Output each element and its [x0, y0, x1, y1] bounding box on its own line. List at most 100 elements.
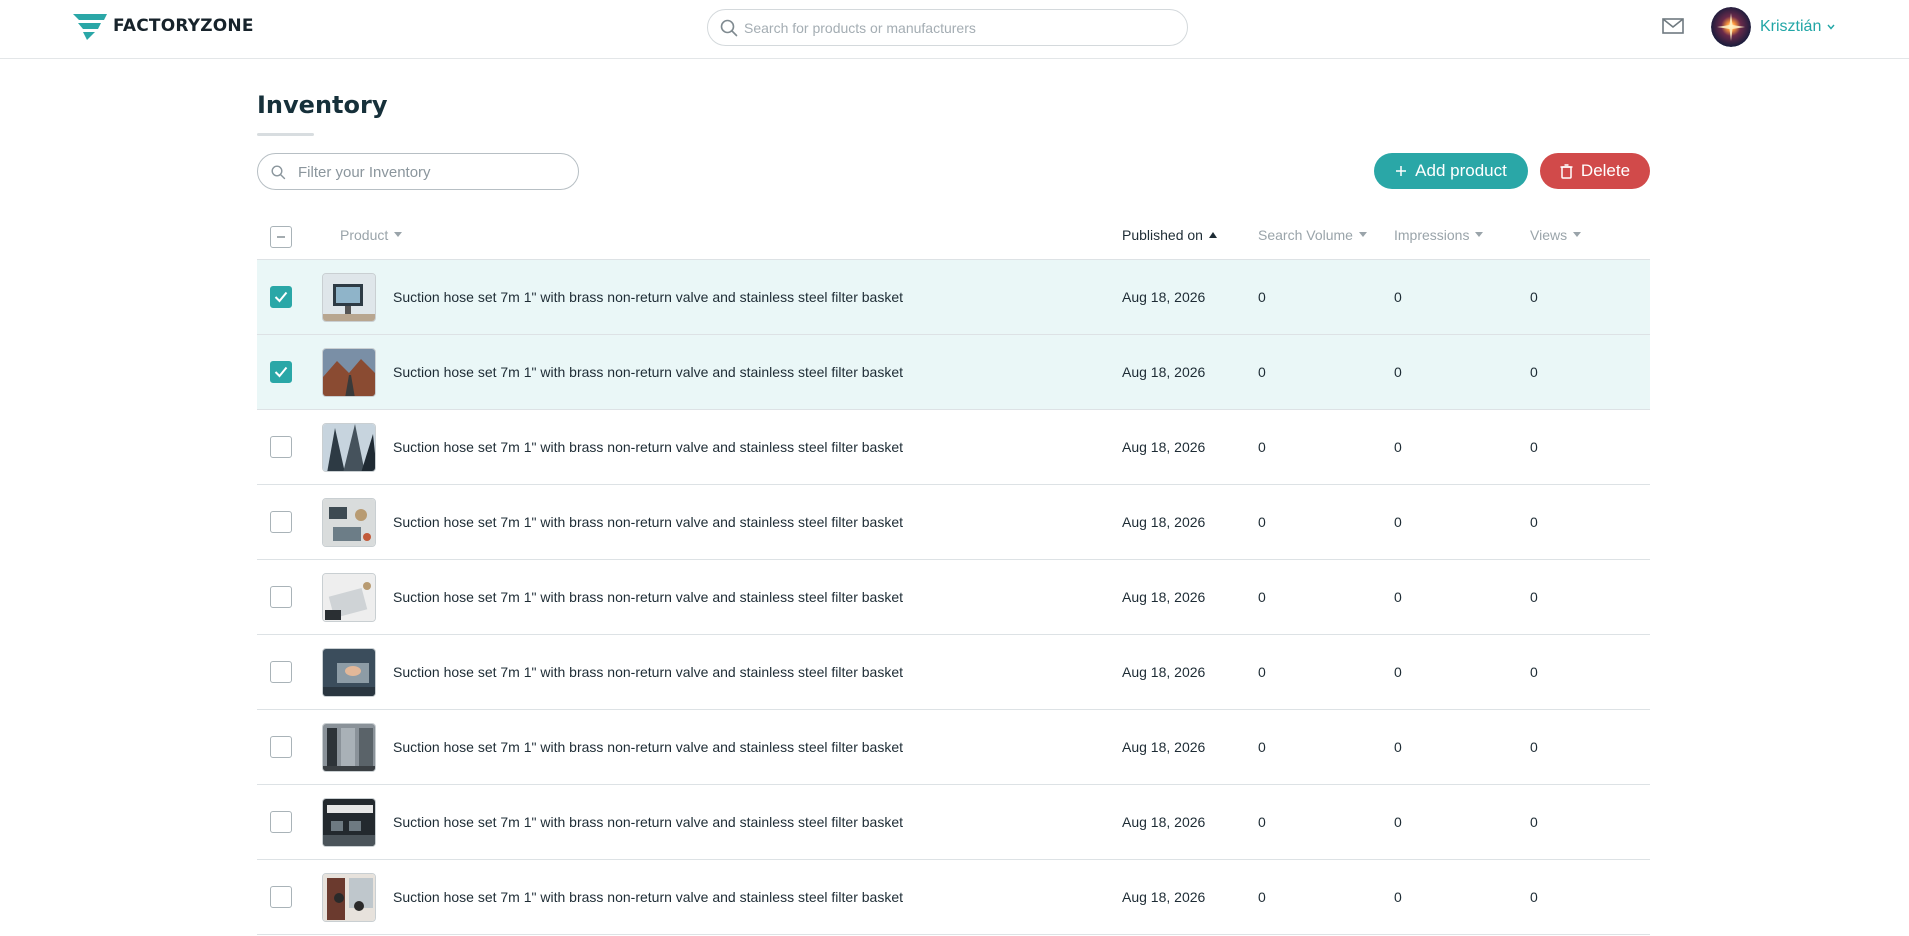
column-header-views[interactable]: Views: [1530, 227, 1582, 243]
add-product-label: Add product: [1415, 161, 1507, 180]
row-checkbox[interactable]: [270, 586, 292, 608]
column-header-search-volume[interactable]: Search Volume: [1258, 227, 1367, 243]
global-search-input[interactable]: [744, 17, 1174, 39]
product-thumbnail[interactable]: [322, 723, 376, 772]
product-thumbnail[interactable]: [322, 648, 376, 697]
search-icon: [271, 165, 286, 180]
table-header: Product Published on Search Volume Impre…: [257, 213, 1650, 260]
views-value: 0: [1530, 889, 1538, 905]
product-name[interactable]: Suction hose set 7m 1" with brass non-re…: [393, 364, 903, 380]
impressions-value: 0: [1394, 664, 1402, 680]
impressions-value: 0: [1394, 814, 1402, 830]
views-value: 0: [1530, 664, 1538, 680]
published-date: Aug 18, 2026: [1122, 514, 1206, 530]
search-volume-value: 0: [1258, 514, 1266, 530]
table-row[interactable]: Suction hose set 7m 1" with brass non-re…: [257, 260, 1650, 335]
product-thumbnail[interactable]: [322, 348, 376, 397]
search-volume-value: 0: [1258, 364, 1266, 380]
column-header-published[interactable]: Published on: [1122, 227, 1217, 243]
search-volume-value: 0: [1258, 739, 1266, 755]
product-thumbnail[interactable]: [322, 273, 376, 322]
search-icon: [720, 19, 738, 37]
sort-down-icon: [1573, 232, 1582, 237]
sort-down-icon: [1358, 232, 1367, 237]
brand-logo[interactable]: FACTORYZONE: [71, 12, 254, 40]
views-value: 0: [1530, 814, 1538, 830]
product-name[interactable]: Suction hose set 7m 1" with brass non-re…: [393, 514, 903, 530]
row-checkbox[interactable]: [270, 661, 292, 683]
row-checkbox[interactable]: [270, 286, 292, 308]
table-body: Suction hose set 7m 1" with brass non-re…: [257, 260, 1650, 935]
views-value: 0: [1530, 589, 1538, 605]
views-value: 0: [1530, 739, 1538, 755]
published-date: Aug 18, 2026: [1122, 814, 1206, 830]
inventory-filter-input[interactable]: [298, 161, 568, 183]
search-volume-value: 0: [1258, 889, 1266, 905]
search-volume-value: 0: [1258, 664, 1266, 680]
search-volume-value: 0: [1258, 439, 1266, 455]
impressions-value: 0: [1394, 739, 1402, 755]
impressions-value: 0: [1394, 364, 1402, 380]
published-date: Aug 18, 2026: [1122, 664, 1206, 680]
search-volume-value: 0: [1258, 814, 1266, 830]
product-name[interactable]: Suction hose set 7m 1" with brass non-re…: [393, 739, 903, 755]
table-row[interactable]: Suction hose set 7m 1" with brass non-re…: [257, 785, 1650, 860]
impressions-value: 0: [1394, 439, 1402, 455]
table-row[interactable]: Suction hose set 7m 1" with brass non-re…: [257, 560, 1650, 635]
delete-button[interactable]: Delete: [1540, 153, 1650, 189]
delete-label: Delete: [1580, 161, 1631, 180]
product-name[interactable]: Suction hose set 7m 1" with brass non-re…: [393, 289, 903, 305]
product-thumbnail[interactable]: [322, 573, 376, 622]
views-value: 0: [1530, 439, 1538, 455]
impressions-value: 0: [1394, 589, 1402, 605]
factoryzone-logo-icon: [73, 14, 107, 40]
product-name[interactable]: Suction hose set 7m 1" with brass non-re…: [393, 889, 903, 905]
product-thumbnail[interactable]: [322, 798, 376, 847]
page-title: Inventory: [257, 91, 388, 119]
brand-name: FACTORYZONE: [113, 16, 254, 36]
impressions-value: 0: [1394, 289, 1402, 305]
search-volume-value: 0: [1258, 589, 1266, 605]
product-name[interactable]: Suction hose set 7m 1" with brass non-re…: [393, 589, 903, 605]
table-row[interactable]: Suction hose set 7m 1" with brass non-re…: [257, 635, 1650, 710]
trash-icon: [1560, 163, 1573, 179]
column-header-product[interactable]: Product: [340, 227, 403, 243]
product-thumbnail[interactable]: [322, 423, 376, 472]
table-row[interactable]: Suction hose set 7m 1" with brass non-re…: [257, 710, 1650, 785]
add-product-button[interactable]: Add product: [1374, 153, 1528, 189]
table-row[interactable]: Suction hose set 7m 1" with brass non-re…: [257, 410, 1650, 485]
global-search-bar[interactable]: [707, 9, 1188, 46]
published-date: Aug 18, 2026: [1122, 364, 1206, 380]
inventory-table: Product Published on Search Volume Impre…: [257, 213, 1650, 935]
impressions-value: 0: [1394, 889, 1402, 905]
product-thumbnail[interactable]: [322, 873, 376, 922]
views-value: 0: [1530, 364, 1538, 380]
select-all-checkbox[interactable]: [270, 226, 292, 248]
published-date: Aug 18, 2026: [1122, 889, 1206, 905]
user-menu[interactable]: Krisztián: [1711, 7, 1835, 47]
row-checkbox[interactable]: [270, 736, 292, 758]
inventory-filter[interactable]: [257, 153, 579, 190]
published-date: Aug 18, 2026: [1122, 289, 1206, 305]
row-checkbox[interactable]: [270, 436, 292, 458]
row-checkbox[interactable]: [270, 811, 292, 833]
title-underline: [257, 133, 314, 136]
search-volume-value: 0: [1258, 289, 1266, 305]
table-row[interactable]: Suction hose set 7m 1" with brass non-re…: [257, 335, 1650, 410]
table-row[interactable]: Suction hose set 7m 1" with brass non-re…: [257, 485, 1650, 560]
impressions-value: 0: [1394, 514, 1402, 530]
row-checkbox[interactable]: [270, 886, 292, 908]
product-name[interactable]: Suction hose set 7m 1" with brass non-re…: [393, 814, 903, 830]
row-checkbox[interactable]: [270, 361, 292, 383]
product-thumbnail[interactable]: [322, 498, 376, 547]
envelope-icon[interactable]: [1662, 16, 1684, 36]
row-checkbox[interactable]: [270, 511, 292, 533]
views-value: 0: [1530, 289, 1538, 305]
product-name[interactable]: Suction hose set 7m 1" with brass non-re…: [393, 664, 903, 680]
top-navigation-bar: FACTORYZONE Search for products or manuf…: [0, 0, 1909, 59]
product-name[interactable]: Suction hose set 7m 1" with brass non-re…: [393, 439, 903, 455]
sort-down-icon: [1475, 232, 1484, 237]
column-header-impressions[interactable]: Impressions: [1394, 227, 1484, 243]
views-value: 0: [1530, 514, 1538, 530]
table-row[interactable]: Suction hose set 7m 1" with brass non-re…: [257, 860, 1650, 935]
